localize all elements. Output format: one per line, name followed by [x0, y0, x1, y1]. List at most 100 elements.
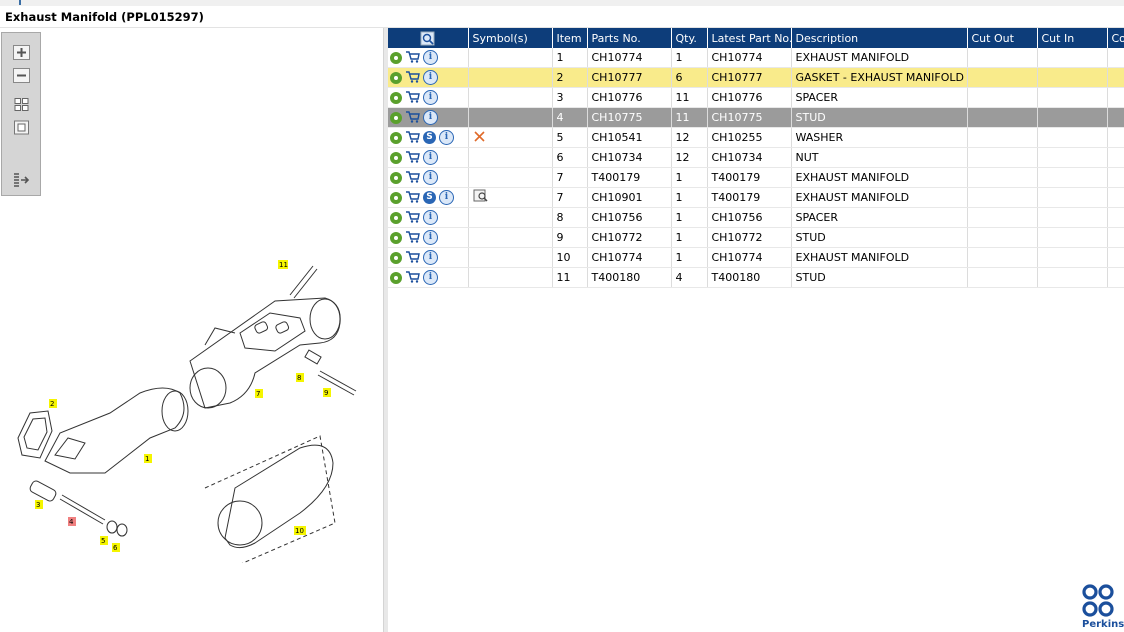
gear-icon[interactable] [390, 71, 402, 84]
symbol-cell [468, 147, 553, 168]
stud-11-shape [289, 265, 318, 299]
cut-in-cell [1037, 67, 1108, 88]
table-row[interactable]: Si 5 CH10541 12 CH10255 WASHER [388, 127, 1124, 148]
zoom-in-icon [13, 45, 30, 60]
table-row[interactable]: i 9 CH10772 1 CH10772 STUD [388, 227, 1124, 248]
part-number-cell: CH10541 [587, 127, 672, 148]
zoom-in-button[interactable] [12, 44, 31, 61]
qty-cell: 12 [671, 147, 708, 168]
symbol-cell [468, 207, 553, 228]
info-icon[interactable]: i [423, 170, 438, 185]
info-icon[interactable]: i [423, 210, 438, 225]
table-row[interactable]: i 7 T400179 1 T400179 EXHAUST MANIFOLD [388, 167, 1124, 188]
co-cell [1107, 48, 1124, 68]
co-cell [1107, 87, 1124, 108]
cart-icon [406, 210, 420, 223]
table-row[interactable]: i 3 CH10776 11 CH10776 SPACER [388, 87, 1124, 108]
supersession-icon[interactable]: S [423, 191, 436, 204]
info-icon[interactable]: i [423, 70, 438, 85]
item-cell: 7 [552, 187, 588, 208]
column-header-latest-part-no[interactable]: Latest Part No. [707, 28, 792, 48]
add-to-cart-button[interactable] [405, 210, 420, 226]
gear-icon[interactable] [390, 211, 402, 224]
latest-part-cell: T400179 [707, 187, 792, 208]
table-row[interactable]: Si 7 CH10901 1 T400179 EXHAUST MANIFOLD [388, 187, 1124, 208]
info-icon[interactable]: i [439, 190, 454, 205]
symbol-cell [468, 107, 553, 128]
column-header-symbols[interactable]: Symbol(s) [468, 28, 553, 48]
add-to-cart-button[interactable] [405, 70, 420, 86]
row-action-cell: i [388, 267, 469, 288]
add-to-cart-button[interactable] [405, 250, 420, 266]
info-icon[interactable]: i [423, 110, 438, 125]
gear-icon[interactable] [390, 271, 402, 284]
fit-all-button[interactable] [12, 96, 31, 113]
column-header-qty[interactable]: Qty. [671, 28, 708, 48]
item-cell: 6 [552, 147, 588, 168]
add-to-cart-button[interactable] [405, 270, 420, 286]
column-header-item[interactable]: Item [552, 28, 588, 48]
column-header-co[interactable]: Co [1107, 28, 1124, 48]
table-row[interactable]: i 1 CH10774 1 CH10774 EXHAUST MANIFOLD [388, 48, 1124, 68]
info-icon[interactable]: i [439, 130, 454, 145]
add-to-cart-button[interactable] [405, 50, 420, 66]
gear-icon[interactable] [390, 131, 402, 144]
supersession-icon[interactable]: S [423, 131, 436, 144]
add-to-cart-button[interactable] [405, 170, 420, 186]
info-icon[interactable]: i [423, 150, 438, 165]
table-row[interactable]: i 11 T400180 4 T400180 STUD [388, 267, 1124, 288]
table-row[interactable]: i 6 CH10734 12 CH10734 NUT [388, 147, 1124, 168]
table-row[interactable]: i 10 CH10774 1 CH10774 EXHAUST MANIFOLD [388, 247, 1124, 268]
qty-cell: 1 [671, 227, 708, 248]
gear-icon[interactable] [390, 231, 402, 244]
table-row[interactable]: i 2 CH10777 6 CH10777 GASKET - EXHAUST MANIFO… [388, 67, 1124, 88]
cut-out-cell [967, 167, 1038, 188]
info-icon[interactable]: i [423, 270, 438, 285]
table-row[interactable]: i 8 CH10756 1 CH10756 SPACER [388, 207, 1124, 228]
add-to-cart-button[interactable] [405, 150, 420, 166]
cut-in-cell [1037, 147, 1108, 168]
info-icon[interactable]: i [423, 50, 438, 65]
gear-icon[interactable] [390, 151, 402, 164]
illustration-pane[interactable]: 11 8 9 7 2 1 3 4 5 6 10 [0, 28, 383, 632]
show-list-button[interactable] [12, 171, 31, 188]
add-to-cart-button[interactable] [405, 90, 420, 106]
cart-icon [406, 130, 420, 143]
row-actions: i [388, 88, 467, 107]
latest-part-cell: CH10734 [707, 147, 792, 168]
co-cell [1107, 187, 1124, 208]
exploded-parts-diagram[interactable]: 11 8 9 7 2 1 3 4 5 6 10 [0, 223, 380, 563]
add-to-cart-button[interactable] [405, 110, 420, 126]
zoom-out-button[interactable] [12, 67, 31, 84]
cart-icon [406, 270, 420, 283]
gear-icon[interactable] [390, 111, 402, 124]
add-to-cart-button[interactable] [405, 190, 420, 206]
qty-cell: 1 [671, 187, 708, 208]
gear-icon[interactable] [390, 51, 402, 64]
cart-icon [406, 110, 420, 123]
column-header-cut-in[interactable]: Cut In [1037, 28, 1108, 48]
fit-window-icon [14, 120, 29, 135]
column-header-tools[interactable] [388, 28, 469, 48]
gear-icon[interactable] [390, 171, 402, 184]
gear-icon[interactable] [390, 251, 402, 264]
fit-window-button[interactable] [12, 119, 31, 136]
info-icon[interactable]: i [423, 90, 438, 105]
table-row[interactable]: i 4 CH10775 11 CH10775 STUD [388, 107, 1124, 128]
latest-part-cell: CH10777 [707, 67, 792, 88]
column-header-cut-out[interactable]: Cut Out [967, 28, 1038, 48]
column-header-description[interactable]: Description [791, 28, 968, 48]
book-search-icon[interactable] [473, 189, 489, 203]
add-to-cart-button[interactable] [405, 230, 420, 246]
gasket-2-shape [17, 410, 53, 459]
latest-part-cell: CH10756 [707, 207, 792, 228]
gear-icon[interactable] [390, 91, 402, 104]
co-cell [1107, 267, 1124, 288]
info-icon[interactable]: i [423, 250, 438, 265]
qty-cell: 11 [671, 87, 708, 108]
column-header-parts-no[interactable]: Parts No. [587, 28, 672, 48]
info-icon[interactable]: i [423, 230, 438, 245]
gear-icon[interactable] [390, 191, 402, 204]
add-to-cart-button[interactable] [405, 130, 420, 146]
callout-3: 3 [36, 501, 40, 509]
